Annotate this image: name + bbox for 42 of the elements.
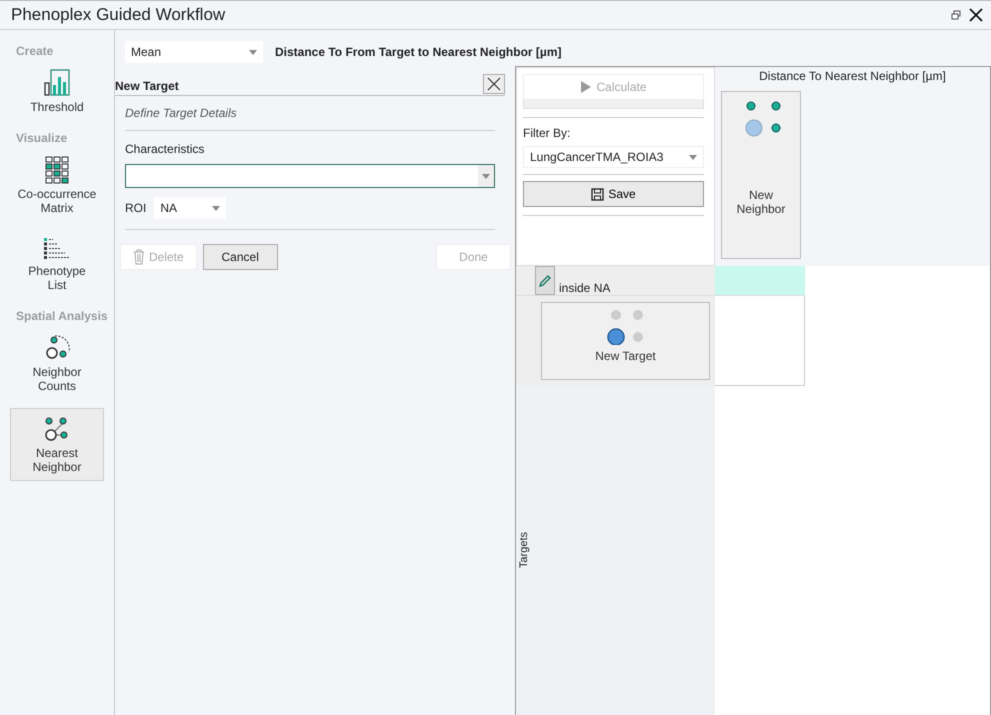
- group-label: inside NA: [559, 281, 610, 295]
- pencil-icon: [538, 274, 552, 288]
- close-icon[interactable]: [969, 8, 983, 22]
- chart-heading: Distance To From Target to Nearest Neighbor [µm]: [275, 45, 562, 59]
- nav-item[interactable]: Neighbor Counts: [10, 327, 104, 400]
- axis-label: Targets: [518, 532, 530, 569]
- play-icon: [580, 80, 592, 94]
- restore-icon[interactable]: [951, 10, 961, 20]
- edit-button[interactable]: [535, 266, 555, 295]
- nav-item[interactable]: Phenotype List: [10, 230, 104, 299]
- panel-title: New Target: [115, 79, 179, 95]
- section-heading: Create: [15, 43, 54, 58]
- save-button[interactable]: Save: [523, 181, 704, 207]
- bar-chart-icon: [43, 69, 71, 97]
- filter-label: Filter By:: [523, 125, 572, 142]
- caret-icon: [249, 50, 257, 54]
- section-heading: Visualize: [15, 130, 68, 145]
- statistic-dropdown[interactable]: Mean: [125, 41, 263, 63]
- window-title: Phenoplex Guided Workflow: [11, 5, 226, 25]
- nav-item[interactable]: Co-occurrence Matrix: [10, 149, 104, 222]
- dots-icon: [606, 309, 646, 345]
- action-button[interactable]: Cancel: [202, 244, 278, 270]
- save-icon: [591, 188, 604, 200]
- caret-icon: [689, 154, 697, 160]
- list-icon: [43, 237, 71, 261]
- close-button[interactable]: [483, 74, 505, 94]
- trash-icon: [133, 249, 145, 265]
- section-heading: Spatial Analysis: [15, 308, 109, 323]
- filter-dropdown[interactable]: LungCancerTMA_ROIA3: [523, 146, 704, 168]
- caret-icon: [482, 174, 490, 178]
- panel-subtitle: Define Target Details: [125, 96, 495, 131]
- neighbor-card[interactable]: New Neighbor: [721, 91, 801, 259]
- characteristics-combobox[interactable]: [125, 164, 495, 188]
- roi-dropdown[interactable]: NA: [154, 197, 226, 219]
- nav-item[interactable]: Nearest Neighbor: [10, 408, 104, 481]
- field-label: Characteristics: [125, 141, 206, 158]
- caret-icon: [212, 206, 220, 210]
- column-header: Distance To Nearest Neighbor [µm]: [758, 68, 947, 85]
- target-card[interactable]: New Target: [541, 302, 710, 380]
- grid-icon: [43, 156, 71, 184]
- field-label: ROI: [125, 201, 146, 215]
- nav-item[interactable]: Threshold: [10, 62, 104, 121]
